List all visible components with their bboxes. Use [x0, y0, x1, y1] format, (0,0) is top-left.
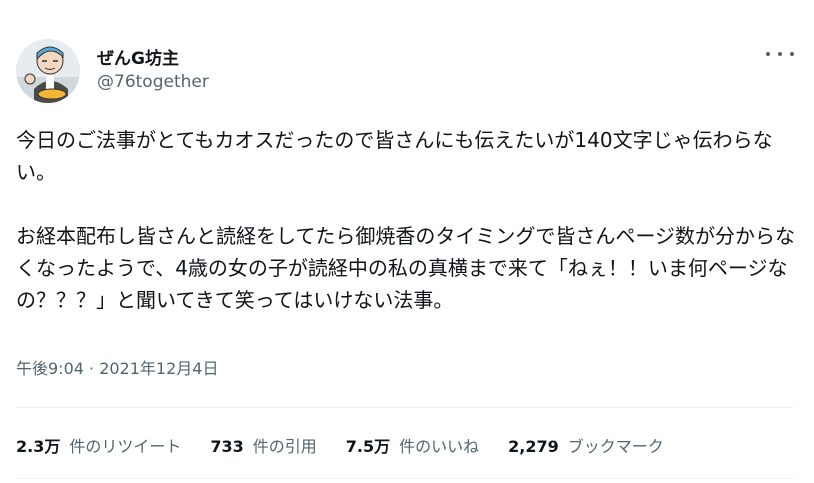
stat-count: 2.3万 — [16, 437, 61, 456]
more-dot — [778, 52, 782, 56]
author-name[interactable]: ぜんG坊主 — [97, 44, 179, 69]
tweet-text: 今日のご法事がとてもカオスだったので皆さんにも伝えたいが140文字じゃ伝わらない… — [16, 124, 796, 316]
stat-count: 2,279 — [508, 437, 559, 456]
tweet-paragraph: お経本配布し皆さんと読経をしてたら御焼香のタイミングで皆さんページ数が分からなく… — [16, 224, 795, 312]
stat-count: 733 — [210, 437, 244, 456]
stat-bookmarks[interactable]: 2,279 ブックマーク — [508, 433, 664, 457]
author-handle[interactable]: @76together — [97, 72, 209, 92]
divider — [16, 407, 794, 408]
engagement-stats: 2.3万 件のリツイート 733 件の引用 7.5万 件のいいね 2,279 ブ… — [16, 432, 693, 458]
stat-label: ブックマーク — [567, 437, 664, 456]
more-dot — [790, 52, 794, 56]
stat-label: 件の引用 — [252, 437, 317, 456]
more-horizontal-icon[interactable] — [766, 44, 794, 64]
more-dot — [766, 52, 770, 56]
stat-retweets[interactable]: 2.3万 件のリツイート — [16, 433, 181, 457]
divider — [16, 478, 794, 479]
avatar-illustration — [16, 39, 80, 103]
avatar[interactable] — [16, 39, 80, 103]
tweet-paragraph: 今日のご法事がとてもカオスだったので皆さんにも伝えたいが140文字じゃ伝わらない… — [16, 128, 773, 184]
stat-quotes[interactable]: 733 件の引用 — [210, 433, 316, 457]
stat-count: 7.5万 — [345, 437, 391, 456]
stat-label: 件のいいね — [399, 437, 480, 456]
tweet-timestamp[interactable]: 午後9:04 · 2021年12月4日 — [16, 355, 218, 379]
stat-label: 件のリツイート — [69, 437, 182, 456]
tweet-paragraph-spacer — [16, 188, 796, 220]
stat-likes[interactable]: 7.5万 件のいいね — [346, 433, 479, 457]
